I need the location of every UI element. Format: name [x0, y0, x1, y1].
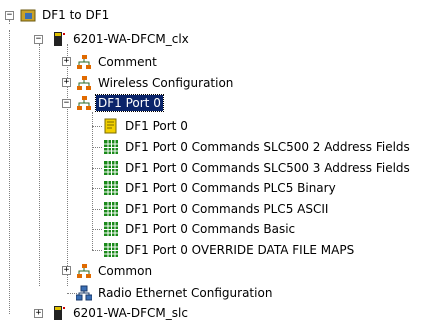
- tree-node-label: DF1 Port 0: [125, 119, 188, 133]
- tree-node-radio-ethernet[interactable]: Radio Ethernet Configuration: [75, 283, 274, 303]
- ethernet-icon: [75, 285, 93, 301]
- expand-toggle[interactable]: +: [62, 57, 71, 66]
- tree-node-port0[interactable]: DF1 Port 0: [76, 93, 164, 113]
- tree-node-label: DF1 Port 0 OVERRIDE DATA FILE MAPS: [125, 243, 355, 257]
- tree-line: [92, 168, 102, 169]
- tree-node-port0-basic[interactable]: DF1 Port 0 Commands Basic: [103, 219, 297, 239]
- tree-node-label: DF1 Port 0: [95, 94, 164, 112]
- project-folder-icon: [20, 7, 36, 23]
- tree-line: [9, 20, 10, 24]
- tree-node-device[interactable]: 6201-WA-DFCM_slc: [51, 303, 190, 323]
- tree-line: [92, 126, 102, 127]
- tree-node-label: DF1 Port 0 Commands Basic: [125, 222, 296, 236]
- tree-node-label: 6201-WA-DFCM_clx: [73, 32, 189, 46]
- tree-node-label: DF1 to DF1: [42, 8, 110, 22]
- network-icon: [76, 54, 92, 70]
- tree-node-label: Radio Ethernet Configuration: [98, 286, 273, 300]
- tree-node-device[interactable]: 6201-WA-DFCM_clx: [51, 29, 191, 49]
- tree-line: [92, 209, 102, 210]
- tree-node-label: Common: [98, 264, 153, 278]
- tree-node-label: DF1 Port 0 Commands SLC500 3 Address Fie…: [125, 161, 410, 175]
- tree-line: [39, 44, 40, 286]
- tree-node-port0-config[interactable]: DF1 Port 0: [103, 116, 190, 136]
- tree-node-label: DF1 Port 0 Commands PLC5 Binary: [125, 181, 336, 195]
- grid-icon: [103, 180, 119, 196]
- tree-node-comment[interactable]: Comment: [76, 52, 159, 72]
- project-tree: − DF1 to DF1 − 6201-WA-DFCM_clx + Commen…: [0, 0, 431, 324]
- tree-node-port0-slc2[interactable]: DF1 Port 0 Commands SLC500 2 Address Fie…: [103, 137, 412, 157]
- tree-node-port0-plc5-binary[interactable]: DF1 Port 0 Commands PLC5 Binary: [103, 178, 338, 198]
- expand-toggle[interactable]: +: [62, 266, 71, 275]
- grid-icon: [103, 242, 119, 258]
- tree-node-common[interactable]: Common: [76, 261, 154, 281]
- network-icon: [76, 95, 92, 111]
- tree-line: [92, 229, 102, 230]
- config-icon: [103, 118, 119, 134]
- tree-node-port0-override[interactable]: DF1 Port 0 OVERRIDE DATA FILE MAPS: [103, 240, 356, 260]
- grid-icon: [103, 221, 119, 237]
- device-icon: [51, 31, 67, 47]
- tree-line: [92, 147, 102, 148]
- tree-node-label: Comment: [98, 55, 157, 69]
- grid-icon: [103, 139, 119, 155]
- grid-icon: [103, 201, 119, 217]
- tree-node-wireless[interactable]: Wireless Configuration: [76, 73, 235, 93]
- collapse-toggle[interactable]: −: [5, 11, 14, 20]
- tree-line: [92, 188, 102, 189]
- collapse-toggle[interactable]: −: [34, 35, 43, 44]
- tree-node-label: DF1 Port 0 Commands SLC500 2 Address Fie…: [125, 140, 410, 154]
- tree-line: [92, 250, 102, 251]
- tree-line: [9, 30, 10, 314]
- tree-node-label: Wireless Configuration: [98, 76, 234, 90]
- tree-node-label: 6201-WA-DFCM_slc: [73, 306, 188, 320]
- collapse-toggle[interactable]: −: [62, 99, 71, 108]
- network-icon: [76, 75, 92, 91]
- tree-node-port0-slc3[interactable]: DF1 Port 0 Commands SLC500 3 Address Fie…: [103, 158, 412, 178]
- expand-toggle[interactable]: +: [62, 78, 71, 87]
- tree-node-label: DF1 Port 0 Commands PLC5 ASCII: [125, 202, 329, 216]
- expand-toggle[interactable]: +: [34, 309, 43, 318]
- tree-node-root[interactable]: DF1 to DF1: [20, 5, 111, 25]
- network-icon: [76, 263, 92, 279]
- device-icon: [51, 305, 67, 321]
- grid-icon: [103, 160, 119, 176]
- tree-node-port0-plc5-ascii[interactable]: DF1 Port 0 Commands PLC5 ASCII: [103, 199, 330, 219]
